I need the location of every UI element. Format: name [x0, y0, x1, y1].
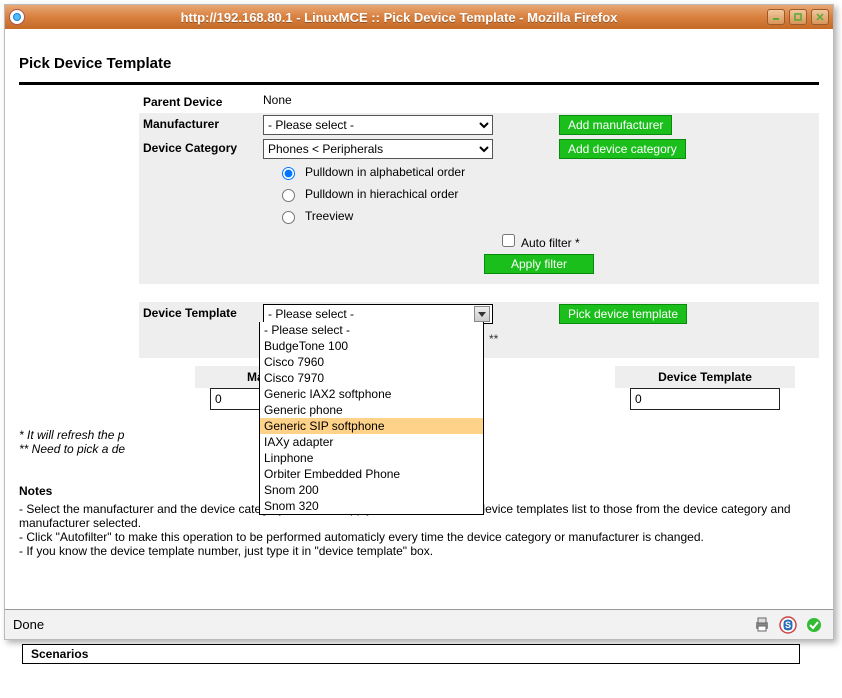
parent-device-label: Parent Device	[139, 91, 259, 113]
device-category-label: Device Category	[139, 137, 259, 161]
status-text: Done	[13, 617, 751, 632]
parent-device-value: None	[259, 91, 549, 113]
device-template-option[interactable]: Linphone	[260, 450, 483, 466]
add-device-category-button[interactable]: Add device category	[559, 139, 686, 159]
page-title: Pick Device Template	[19, 55, 819, 72]
manufacturer-select[interactable]: - Please select -	[263, 115, 493, 135]
device-template-option[interactable]: Orbiter Embedded Phone	[260, 466, 483, 482]
device-template-option[interactable]: Generic SIP softphone	[260, 418, 483, 434]
notes-line: - If you know the device template number…	[19, 544, 819, 558]
view-tree-radio[interactable]	[282, 211, 295, 224]
close-button[interactable]	[811, 9, 829, 25]
triple-device-template-header: Device Template	[615, 366, 795, 388]
maximize-button[interactable]	[789, 9, 807, 25]
pick-device-template-button[interactable]: Pick device template	[559, 304, 687, 324]
device-template-option[interactable]: IAXy adapter	[260, 434, 483, 450]
window-title: http://192.168.80.1 - LinuxMCE :: Pick D…	[31, 10, 767, 25]
device-template-dropdown-list[interactable]: - Please select -BudgeTone 100Cisco 7960…	[259, 322, 484, 515]
device-template-option[interactable]: - Please select -	[260, 322, 483, 338]
device-template-option[interactable]: Snom 200	[260, 482, 483, 498]
view-alpha-radio[interactable]	[282, 167, 295, 180]
view-hier-label: Pulldown in hierachical order	[305, 187, 458, 201]
device-template-select[interactable]: - Please select -	[263, 304, 493, 324]
device-template-option[interactable]: Cisco 7960	[260, 354, 483, 370]
view-tree-label: Treeview	[305, 209, 353, 223]
noscript-icon[interactable]: S	[777, 614, 799, 636]
device-template-label: Device Template	[139, 302, 259, 326]
device-template-option[interactable]: Generic phone	[260, 402, 483, 418]
status-ok-icon[interactable]	[803, 614, 825, 636]
print-icon[interactable]	[751, 614, 773, 636]
chevron-down-icon[interactable]	[474, 306, 490, 322]
firefox-icon	[9, 9, 25, 25]
add-manufacturer-button[interactable]: Add manufacturer	[559, 115, 672, 135]
device-template-id-input[interactable]	[630, 388, 780, 410]
scenarios-tab[interactable]: Scenarios	[22, 644, 800, 664]
minimize-button[interactable]	[767, 9, 785, 25]
status-bar: Done S	[5, 609, 833, 639]
apply-filter-button[interactable]: Apply filter	[484, 254, 594, 274]
divider	[19, 82, 819, 85]
device-template-option[interactable]: Generic IAX2 softphone	[260, 386, 483, 402]
device-template-value: - Please select -	[268, 307, 354, 321]
auto-filter-label: Auto filter *	[521, 236, 580, 250]
content-area: Pick Device Template Parent Device None …	[5, 29, 833, 609]
notes-line: - Click "Autofilter" to make this operat…	[19, 530, 819, 544]
manufacturer-label: Manufacturer	[139, 113, 259, 137]
device-template-option[interactable]: Cisco 7970	[260, 370, 483, 386]
device-template-option[interactable]: Snom 320	[260, 498, 483, 514]
svg-text:S: S	[785, 620, 791, 630]
view-hier-radio[interactable]	[282, 189, 295, 202]
view-alpha-label: Pulldown in alphabetical order	[305, 165, 465, 179]
device-template-option[interactable]: BudgeTone 100	[260, 338, 483, 354]
auto-filter-checkbox[interactable]	[502, 234, 515, 247]
device-category-select[interactable]: Phones < Peripherals	[263, 139, 493, 159]
titlebar: http://192.168.80.1 - LinuxMCE :: Pick D…	[5, 5, 833, 29]
